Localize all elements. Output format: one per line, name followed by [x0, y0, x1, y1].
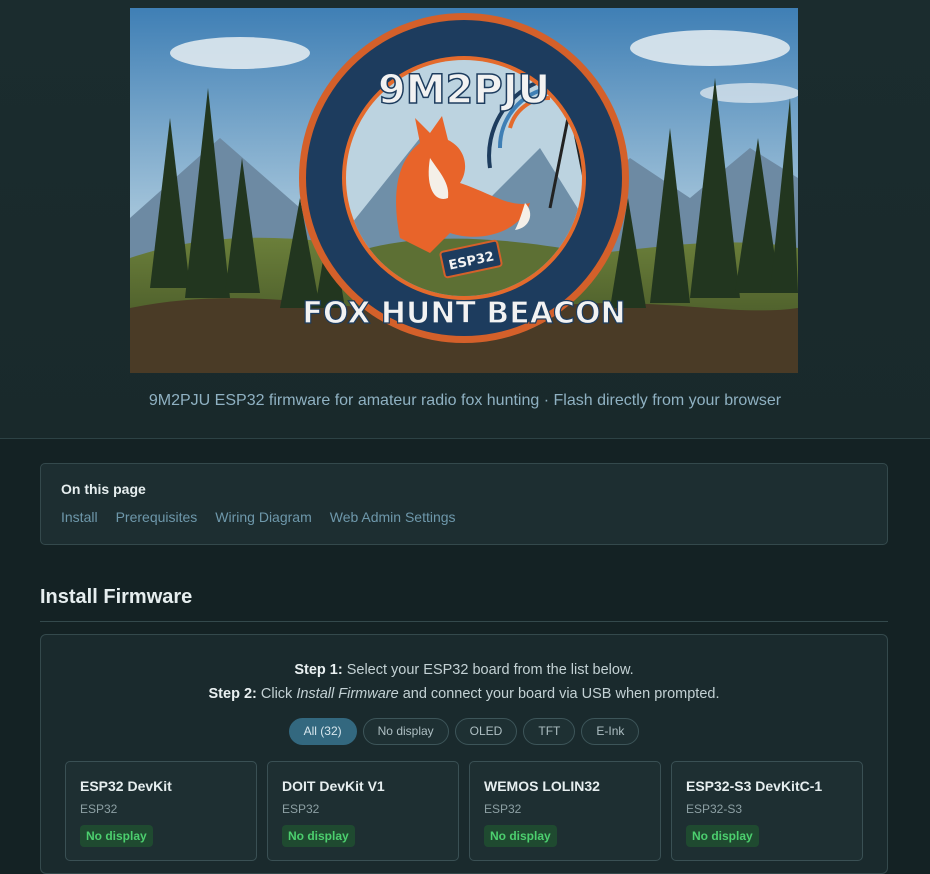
board-card-esp32-s3-devkitc-1[interactable]: ESP32-S3 DevKitC-1 ESP32-S3 No display — [671, 761, 863, 861]
board-name: WEMOS LOLIN32 — [484, 778, 600, 794]
display-filter-group: All (32) No display OLED TFT E-Ink — [41, 718, 887, 745]
logo-tagline-text: FOX HUNT BEACON — [302, 296, 625, 331]
filter-no-display[interactable]: No display — [362, 718, 449, 745]
filter-tft[interactable]: TFT — [523, 718, 576, 745]
step-2-text-post: and connect your board via USB when prom… — [402, 686, 720, 702]
toc-link-install[interactable]: Install — [61, 509, 98, 525]
install-panel: Step 1: Select your ESP32 board from the… — [40, 634, 888, 874]
board-card-wemos-lolin32[interactable]: WEMOS LOLIN32 ESP32 No display — [469, 761, 661, 861]
install-firmware-heading: Install Firmware — [40, 586, 193, 608]
hero-header: 9M2PJU FOX HUNT BEACON ESP32 9M2PJU ESP3… — [0, 0, 930, 439]
fox-hunt-beacon-banner-image: 9M2PJU FOX HUNT BEACON ESP32 — [130, 8, 798, 373]
step-1-text: Select your ESP32 board from the list be… — [346, 662, 634, 678]
toc-link-prerequisites[interactable]: Prerequisites — [116, 509, 198, 525]
filter-oled[interactable]: OLED — [454, 718, 518, 745]
board-chip: ESP32 — [80, 802, 118, 816]
step-1-instruction: Step 1: Select your ESP32 board from the… — [41, 662, 887, 678]
toc-link-web-admin-settings[interactable]: Web Admin Settings — [330, 509, 456, 525]
logo-callsign-text: 9M2PJU — [378, 67, 550, 113]
display-badge: No display — [484, 825, 557, 847]
step-2-label: Step 2: — [208, 686, 257, 702]
step-2-text-pre: Click — [260, 686, 293, 702]
board-name: ESP32 DevKit — [80, 778, 172, 794]
board-card-grid: ESP32 DevKit ESP32 No display DOIT DevKi… — [65, 761, 863, 861]
section-divider — [40, 621, 888, 622]
page-subtitle: 9M2PJU ESP32 firmware for amateur radio … — [148, 392, 782, 409]
step-2-text-emphasis: Install Firmware — [296, 686, 399, 702]
display-badge: No display — [80, 825, 153, 847]
toc-title: On this page — [61, 481, 146, 497]
board-chip: ESP32 — [484, 802, 522, 816]
board-name: DOIT DevKit V1 — [282, 778, 385, 794]
board-card-esp32-devkit[interactable]: ESP32 DevKit ESP32 No display — [65, 761, 257, 861]
filter-all[interactable]: All (32) — [288, 718, 357, 745]
display-badge: No display — [686, 825, 759, 847]
filter-e-ink[interactable]: E-Ink — [581, 718, 640, 745]
board-chip: ESP32-S3 — [686, 802, 743, 816]
display-badge: No display — [282, 825, 355, 847]
board-card-doit-devkit-v1[interactable]: DOIT DevKit V1 ESP32 No display — [267, 761, 459, 861]
toc-links: Install Prerequisites Wiring Diagram Web… — [61, 509, 456, 525]
step-2-instruction: Step 2: Click Install Firmware and conne… — [41, 686, 887, 702]
toc-link-wiring-diagram[interactable]: Wiring Diagram — [215, 509, 311, 525]
on-this-page-nav: On this page Install Prerequisites Wirin… — [40, 463, 888, 545]
board-name: ESP32-S3 DevKitC-1 — [686, 778, 823, 794]
step-1-label: Step 1: — [294, 662, 343, 678]
board-chip: ESP32 — [282, 802, 320, 816]
